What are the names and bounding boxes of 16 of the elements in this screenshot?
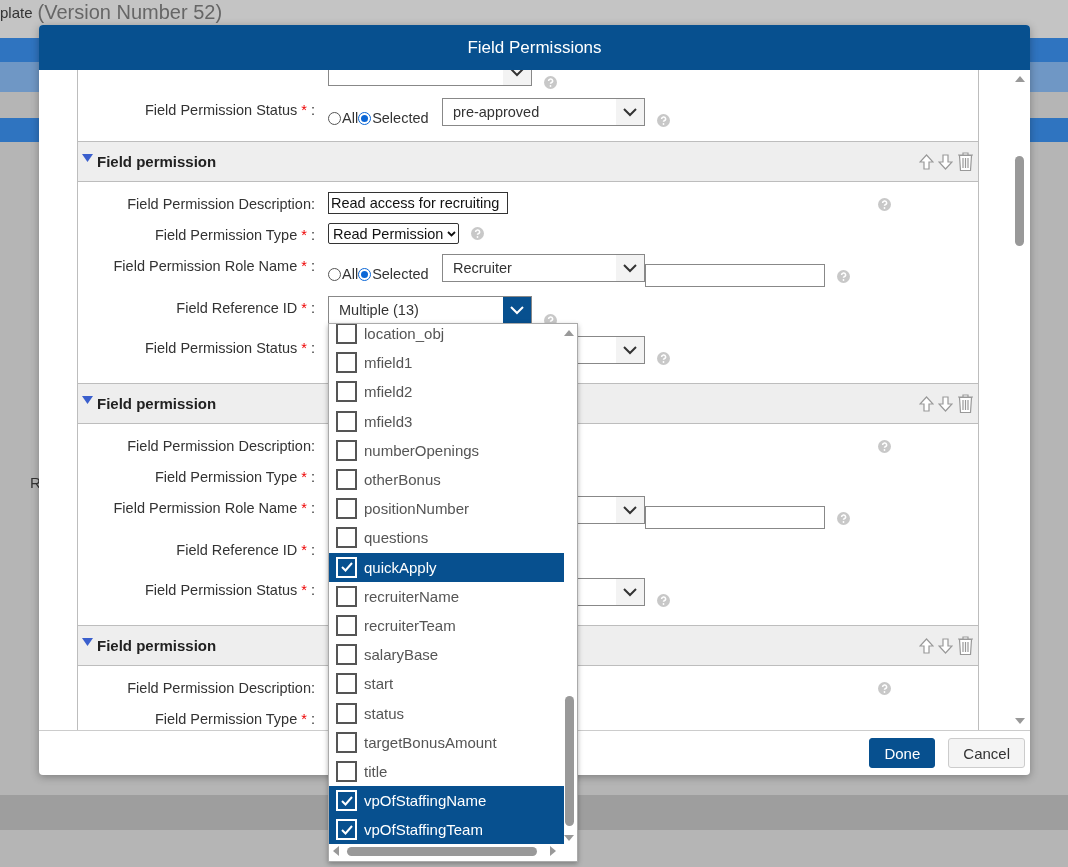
field-label: Field Permission Description: bbox=[126, 679, 315, 696]
field-label: Field Permission Status * : bbox=[143, 101, 315, 118]
field-label: Field Permission Description: bbox=[126, 437, 315, 454]
field-label: Field Permission Status * : bbox=[143, 581, 315, 598]
field-label: Field Permission Role Name * : bbox=[112, 499, 315, 516]
field-label: Field Reference ID * : bbox=[175, 299, 315, 316]
field-label: Field Permission Type * : bbox=[153, 710, 315, 727]
field-label: Field Permission Type * : bbox=[153, 226, 315, 243]
version-label: (Version Number 52) bbox=[37, 1, 223, 24]
field-label: Field Permission Role Name * : bbox=[112, 257, 315, 274]
page-title: plate bbox=[0, 4, 33, 21]
field-label: Field Permission Type * : bbox=[153, 468, 315, 485]
field-label: Field Reference ID * : bbox=[175, 541, 315, 558]
dialog-title: Field Permissions bbox=[39, 25, 1030, 70]
field-label: Field Permission Description: bbox=[126, 195, 315, 212]
field-label: Field Permission Status * : bbox=[143, 339, 315, 356]
